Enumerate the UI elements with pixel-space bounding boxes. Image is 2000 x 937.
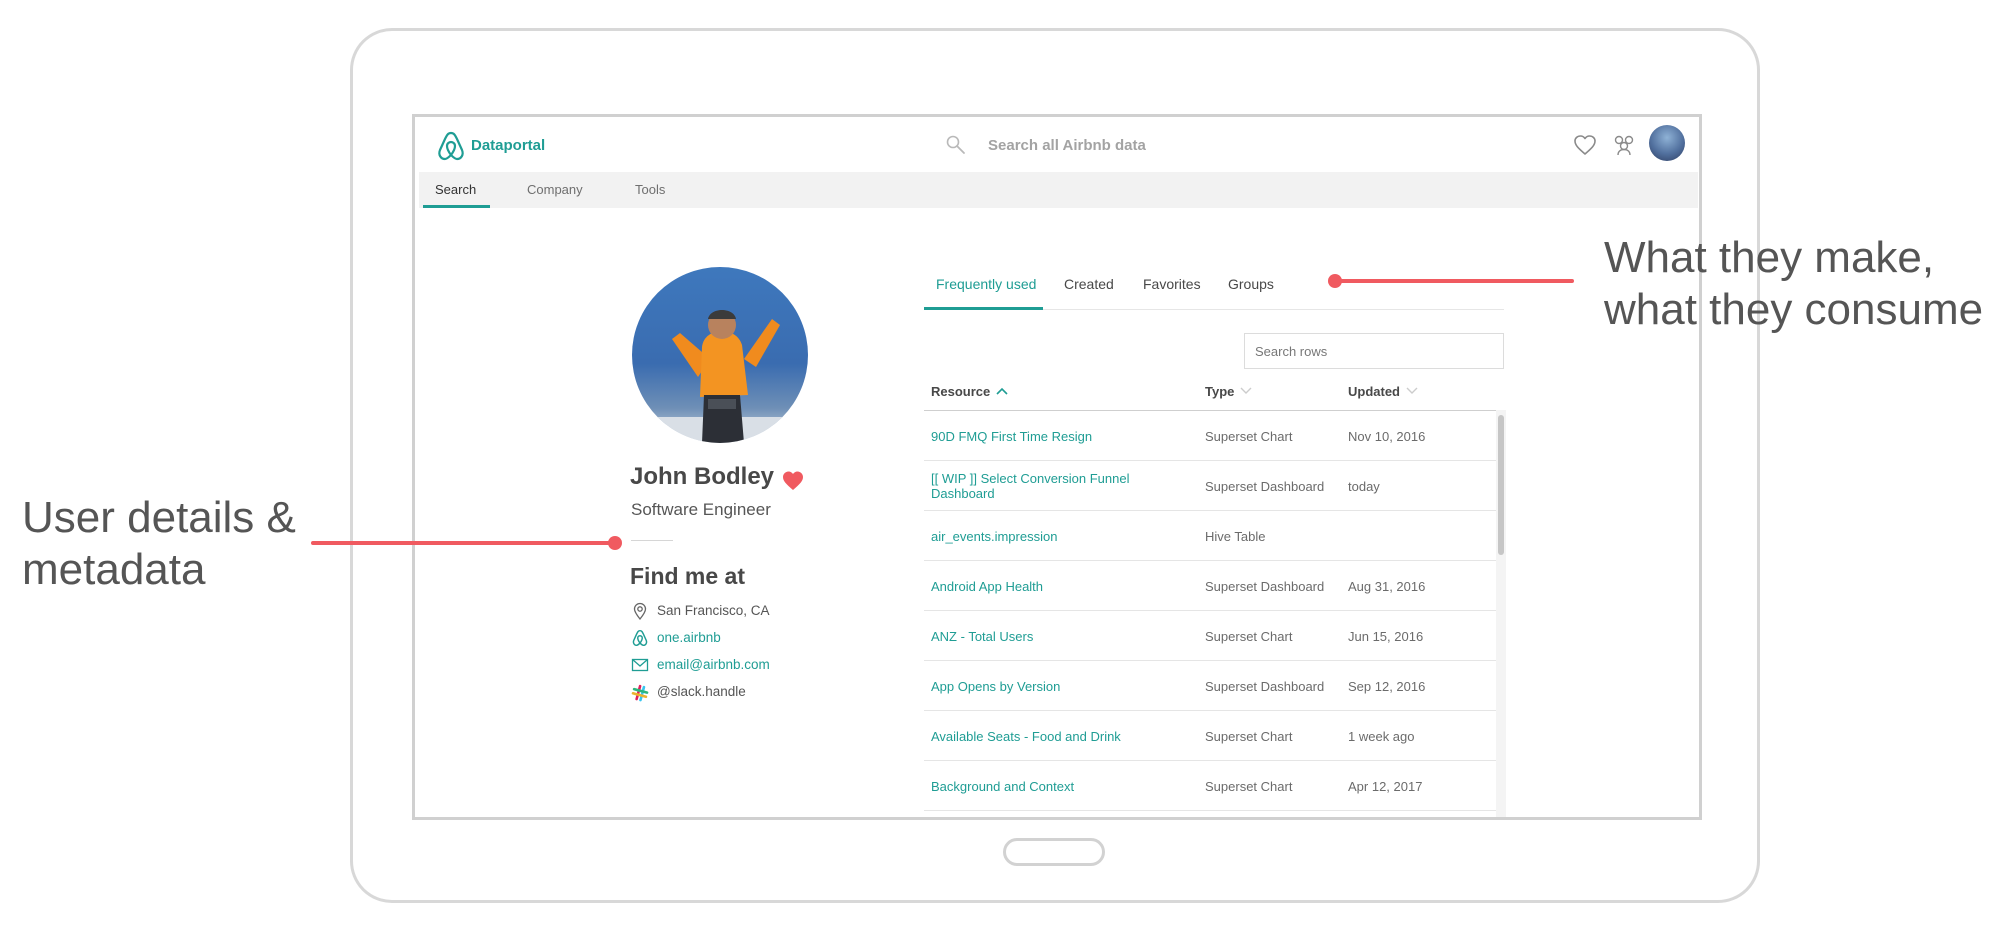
search-icon: [946, 135, 965, 154]
row-updated: Apr 12, 2017: [1348, 779, 1423, 794]
left-callout-line-1: User details &: [22, 493, 296, 542]
row-updated: Sep 12, 2016: [1348, 679, 1426, 694]
tab-frequently-used[interactable]: Frequently used: [936, 276, 1036, 292]
nav-active-indicator: [423, 205, 490, 208]
profile-divider: [631, 540, 673, 541]
nav-tab-search[interactable]: Search: [435, 182, 476, 197]
search-rows-input[interactable]: Search rows: [1244, 333, 1504, 369]
row-type: Superset Dashboard: [1205, 679, 1325, 694]
row-resource-link[interactable]: air_events.impression: [931, 529, 1161, 544]
right-callout-line: [1336, 279, 1574, 283]
home-button[interactable]: [1003, 838, 1105, 866]
row-type: Superset Dashboard: [1205, 579, 1325, 594]
airbnb-logo-icon: [632, 629, 648, 647]
left-callout-line-2: metadata: [22, 545, 206, 594]
column-header-updated-label: Updated: [1348, 384, 1400, 399]
table-row[interactable]: Android App Health Superset Dashboard Au…: [924, 561, 1496, 611]
row-type: Superset Chart: [1205, 429, 1293, 444]
row-updated: Aug 31, 2016: [1348, 579, 1426, 594]
profile-job-title: Software Engineer: [631, 500, 771, 519]
table-row[interactable]: App Opens by Version Superset Dashboard …: [924, 661, 1496, 711]
row-type: Superset Dashboard: [1205, 479, 1325, 494]
left-callout-text: User details & metadata: [22, 492, 296, 596]
column-header-resource[interactable]: Resource: [931, 384, 1008, 399]
favorite-user-heart-icon[interactable]: [781, 469, 805, 491]
sort-ascending-icon: [996, 387, 1008, 395]
user-avatar[interactable]: [1649, 125, 1685, 161]
contact-location: San Francisco, CA: [657, 603, 770, 618]
location-pin-icon: [633, 602, 647, 620]
contact-one-airbnb-link[interactable]: one.airbnb: [657, 630, 721, 645]
tab-active-indicator: [924, 307, 1043, 310]
table-row[interactable]: Available Seats - Food and Drink Superse…: [924, 711, 1496, 761]
row-resource-link[interactable]: Background and Context: [931, 779, 1161, 794]
left-callout-line: [311, 541, 617, 545]
row-resource-link[interactable]: ANZ - Total Users: [931, 629, 1161, 644]
right-callout-line-1: What they make,: [1604, 233, 1935, 282]
tab-created[interactable]: Created: [1064, 276, 1114, 292]
row-type: Superset Chart: [1205, 629, 1293, 644]
brand-name[interactable]: Dataportal: [471, 137, 545, 154]
contact-email-link[interactable]: email@airbnb.com: [657, 657, 770, 672]
sort-descending-icon: [1406, 387, 1418, 394]
groups-icon[interactable]: [1610, 132, 1638, 158]
left-callout-dot: [608, 536, 622, 550]
row-resource-link[interactable]: [[ WIP ]] Select Conversion Funnel Dashb…: [931, 471, 1161, 501]
column-header-updated[interactable]: Updated: [1348, 384, 1418, 399]
table-scrollbar-thumb[interactable]: [1498, 415, 1504, 555]
row-updated: Jun 15, 2016: [1348, 629, 1424, 644]
airbnb-logo-icon[interactable]: [437, 130, 465, 162]
column-header-type-label: Type: [1205, 384, 1235, 399]
right-callout-dot: [1328, 274, 1342, 288]
row-type: Hive Table: [1205, 529, 1266, 544]
envelope-icon: [631, 658, 649, 672]
tab-favorites[interactable]: Favorites: [1143, 276, 1201, 292]
app-screen: Dataportal Search all Airbnb data Search…: [412, 114, 1702, 820]
row-resource-link[interactable]: Available Seats - Food and Drink: [931, 729, 1161, 744]
favorites-heart-icon[interactable]: [1572, 132, 1598, 158]
column-header-type[interactable]: Type: [1205, 384, 1252, 399]
row-updated: 1 week ago: [1348, 729, 1415, 744]
profile-photo: [632, 267, 808, 443]
slack-icon: [631, 684, 649, 702]
table-row[interactable]: 90D FMQ First Time Resign Superset Chart…: [924, 411, 1496, 461]
tab-groups[interactable]: Groups: [1228, 276, 1274, 292]
row-type: Superset Chart: [1205, 729, 1293, 744]
main-nav: Search Company Tools: [419, 172, 1698, 208]
contact-slack-handle: @slack.handle: [657, 684, 746, 699]
row-type: Superset Chart: [1205, 779, 1293, 794]
table-row[interactable]: air_events.impression Hive Table: [924, 511, 1496, 561]
row-resource-link[interactable]: App Opens by Version: [931, 679, 1161, 694]
row-updated: today: [1348, 479, 1380, 494]
row-updated: Nov 10, 2016: [1348, 429, 1426, 444]
row-resource-link[interactable]: Android App Health: [931, 579, 1161, 594]
row-resource-link[interactable]: 90D FMQ First Time Resign: [931, 429, 1161, 444]
nav-tab-tools[interactable]: Tools: [635, 182, 665, 197]
global-search-input[interactable]: Search all Airbnb data: [988, 137, 1146, 154]
table-row[interactable]: Background and Context Superset Chart Ap…: [924, 761, 1496, 811]
table-row[interactable]: ANZ - Total Users Superset Chart Jun 15,…: [924, 611, 1496, 661]
sort-descending-icon: [1240, 387, 1252, 394]
table-row[interactable]: [[ WIP ]] Select Conversion Funnel Dashb…: [924, 461, 1496, 511]
right-callout-line-2: what they consume: [1604, 285, 1984, 334]
nav-tab-company[interactable]: Company: [527, 182, 583, 197]
right-callout-text: What they make, what they consume: [1604, 232, 1983, 336]
column-header-resource-label: Resource: [931, 384, 991, 399]
profile-name: John Bodley: [630, 463, 775, 490]
find-me-heading: Find me at: [630, 563, 746, 589]
